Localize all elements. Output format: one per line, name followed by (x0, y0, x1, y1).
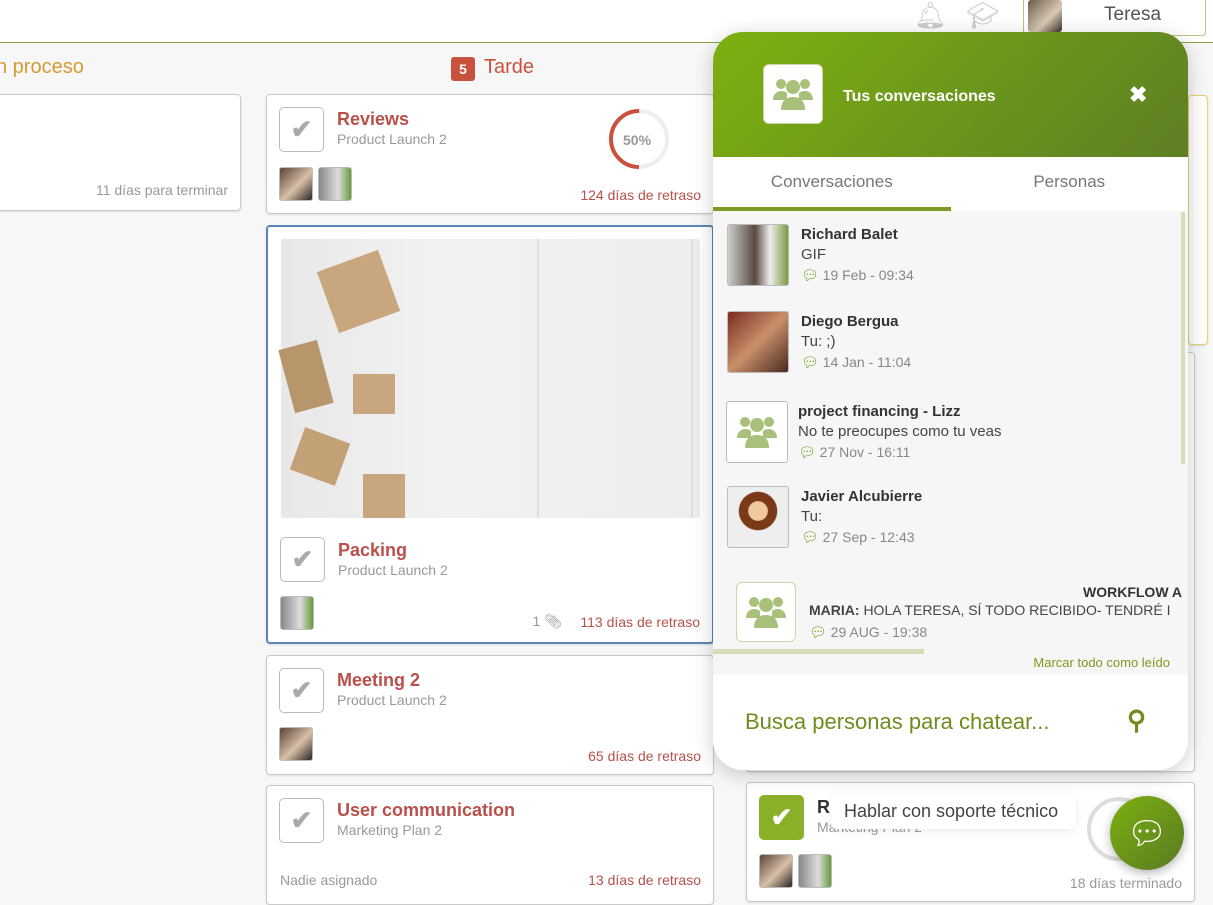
conversation-item[interactable]: WORKFLOW A MARIA: HOLA TERESA, SÍ TODO R… (736, 582, 1188, 646)
task-card[interactable] (1188, 95, 1208, 345)
delay-text: 65 días de retraso (588, 748, 701, 764)
task-card-reviews[interactable]: ✔ Reviews Product Launch 2 50% 124 días … (266, 94, 714, 214)
task-title[interactable]: Reviews (337, 109, 409, 130)
graduation-cap-icon[interactable]: 🎓︎ (966, 0, 999, 30)
complete-checkbox[interactable]: ✔ (279, 107, 324, 152)
avatar (279, 727, 313, 761)
task-project: Product Launch 2 (338, 562, 448, 578)
avatar (280, 596, 314, 630)
column-title-late: Tarde (484, 56, 535, 78)
avatar (279, 167, 313, 201)
group-icon (763, 64, 823, 124)
task-card-user-communication[interactable]: ✔ User communication Marketing Plan 2 Na… (266, 785, 714, 905)
comment-icon: 💬︎ (801, 267, 819, 283)
conversation-item[interactable]: Richard Balet GIF 💬︎ 19 Feb - 09:34 (727, 224, 1167, 304)
task-title[interactable]: R (817, 797, 830, 818)
bell-icon[interactable]: 🔔︎ (914, 0, 947, 30)
task-cover-image (278, 239, 700, 518)
horizontal-scrollbar[interactable] (713, 649, 924, 654)
task-card-meeting[interactable]: ✔ Meeting 2 Product Launch 2 65 días de … (266, 655, 714, 775)
conversation-item[interactable]: project financing - Lizz No te preocupes… (726, 401, 1166, 481)
support-chat-button[interactable]: 💬︎ (1110, 796, 1184, 870)
attachment-count: 1 (532, 613, 541, 629)
task-title[interactable]: Meeting 2 (337, 670, 420, 691)
chat-tabs: Conversaciones Personas (713, 157, 1188, 211)
conversation-item[interactable]: Javier Alcubierre Tu: 💬︎ 27 Sep - 12:43 (727, 486, 1167, 566)
task-title[interactable]: User communication (337, 800, 515, 821)
chat-header: Tus conversaciones ✖ (713, 32, 1188, 157)
completed-checkbox[interactable]: ✔ (759, 795, 804, 840)
comment-icon: 💬︎ (809, 624, 827, 640)
comment-icon: 💬︎ (801, 354, 819, 370)
tab-conversations[interactable]: Conversaciones (713, 157, 951, 211)
late-count-badge: 5 (451, 57, 475, 81)
conversation-item[interactable]: Diego Bergua Tu: ;) 💬︎ 14 Jan - 11:04 (727, 311, 1167, 391)
task-project: Marketing Plan 2 (337, 822, 443, 838)
group-icon (736, 582, 796, 642)
column-title-in-progress: n proceso (0, 56, 84, 78)
search-icon[interactable]: ⚲ (1127, 705, 1146, 736)
task-project: Product Launch 2 (337, 131, 447, 147)
done-text: 18 días terminado (1069, 875, 1182, 891)
avatar (727, 486, 789, 548)
comment-icon: 💬︎ (801, 529, 819, 545)
task-card[interactable]: 11 días para terminar (0, 94, 241, 211)
delay-text: 124 días de retraso (580, 187, 701, 203)
complete-checkbox[interactable]: ✔ (279, 798, 324, 843)
delay-text: 13 días de retraso (588, 872, 701, 888)
user-menu[interactable]: Teresa (1023, 0, 1206, 36)
task-card-packing[interactable]: ✔ Packing Product Launch 2 1 📎︎ 113 días… (266, 225, 714, 644)
task-project: Product Launch 2 (337, 692, 447, 708)
tab-people[interactable]: Personas (951, 157, 1189, 211)
task-title[interactable]: Packing (338, 540, 407, 561)
delay-text: 113 días de retraso (580, 614, 700, 630)
group-icon (726, 401, 788, 463)
avatar (727, 311, 789, 373)
chat-title: Tus conversaciones (843, 88, 996, 105)
comment-icon: 💬︎ (798, 444, 816, 460)
complete-checkbox[interactable]: ✔ (280, 537, 325, 582)
due-text: 11 días para terminar (95, 182, 228, 198)
avatar (727, 224, 789, 286)
paperclip-icon: 📎︎ (544, 613, 562, 629)
assignee-text: Nadie asignado (280, 872, 378, 888)
avatar (318, 167, 352, 201)
chat-bubbles-icon: 💬︎ (1126, 815, 1168, 851)
vertical-scrollbar[interactable] (1181, 212, 1185, 464)
support-tooltip: Hablar con soporte técnico (831, 793, 1076, 829)
conversations-panel: Tus conversaciones ✖ Conversaciones Pers… (713, 32, 1188, 770)
mark-all-read-link[interactable]: Marcar todo como leído (1033, 655, 1170, 670)
progress-label: 50% (623, 132, 652, 148)
close-icon[interactable]: ✖ (1129, 82, 1147, 108)
avatar (1028, 0, 1062, 32)
people-search-input[interactable]: Busca personas para chatear... ⚲ (713, 675, 1188, 770)
complete-checkbox[interactable]: ✔ (279, 668, 324, 713)
user-name: Teresa (1104, 4, 1162, 25)
